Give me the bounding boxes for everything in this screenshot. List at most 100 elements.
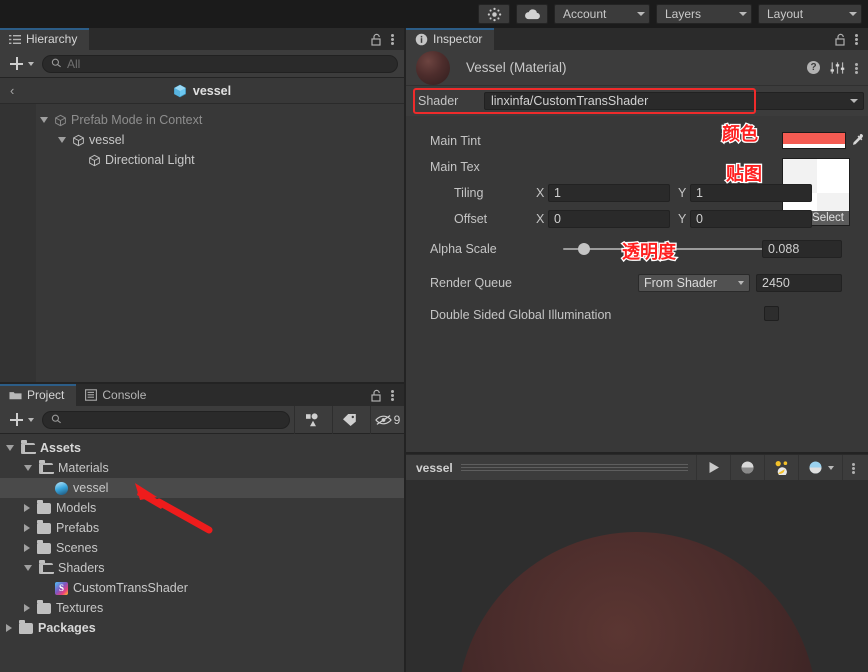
project-item[interactable]: Prefabs: [0, 518, 404, 538]
property-double-sided-gi: Double Sided Global Illumination: [406, 300, 868, 330]
project-add-button[interactable]: [6, 413, 38, 426]
hierarchy-search-input[interactable]: All: [42, 54, 398, 73]
preset-sliders-icon[interactable]: [830, 61, 845, 75]
preview-viewport[interactable]: [406, 480, 868, 672]
tab-project[interactable]: Project: [0, 384, 77, 406]
tab-inspector[interactable]: Inspector: [406, 28, 495, 50]
project-item[interactable]: Shaders: [0, 558, 404, 578]
expand-toggle-icon[interactable]: [40, 117, 48, 123]
account-dropdown[interactable]: Account: [554, 4, 650, 24]
expand-toggle-icon[interactable]: [24, 544, 30, 552]
preview-material-button[interactable]: [798, 454, 842, 481]
folder-icon: [37, 499, 51, 514]
lock-icon[interactable]: [371, 389, 382, 402]
horizontal-splitter-left[interactable]: [0, 382, 404, 384]
slider-handle[interactable]: [578, 243, 591, 255]
shader-label: Shader: [418, 94, 459, 108]
project-item[interactable]: Models: [0, 498, 404, 518]
preview-menu-button[interactable]: [842, 454, 864, 481]
project-item[interactable]: Textures: [0, 598, 404, 618]
alpha-scale-label: Alpha Scale: [430, 242, 497, 256]
tiling-label: Tiling: [454, 186, 484, 200]
project-item[interactable]: Scenes: [0, 538, 404, 558]
plus-icon: [10, 57, 23, 70]
project-item-label: vessel: [73, 481, 109, 495]
alpha-scale-value: 0.088: [768, 242, 800, 256]
layout-dropdown[interactable]: Layout: [758, 4, 862, 24]
expand-toggle-icon[interactable]: [24, 465, 32, 471]
main-tint-color-swatch[interactable]: [782, 132, 846, 149]
hierarchy-item[interactable]: Directional Light: [0, 150, 404, 170]
hierarchy-item-label: Directional Light: [105, 153, 195, 167]
console-icon: [85, 389, 98, 401]
hierarchy-item[interactable]: vessel: [0, 130, 404, 150]
shader-dropdown[interactable]: linxinfa/CustomTransShader: [484, 92, 864, 110]
offset-y-input[interactable]: 0: [690, 210, 812, 228]
expand-toggle-icon[interactable]: [24, 565, 32, 571]
hidden-assets-toggle[interactable]: 9: [370, 405, 404, 434]
filter-by-type-button[interactable]: [294, 405, 328, 434]
horizontal-splitter-right[interactable]: [406, 452, 868, 454]
plus-icon: [10, 413, 23, 426]
folder-icon: [37, 539, 51, 554]
layers-dropdown[interactable]: Layers: [656, 4, 752, 24]
chevron-down-icon: [738, 281, 744, 285]
lock-icon[interactable]: [371, 33, 382, 46]
main-tex-label: Main Tex: [430, 160, 480, 174]
project-item[interactable]: S CustomTransShader: [0, 578, 404, 598]
tab-hierarchy-label: Hierarchy: [26, 32, 78, 46]
lock-icon[interactable]: [835, 33, 846, 46]
hierarchy-item-label: vessel: [89, 133, 125, 147]
preview-shape-button[interactable]: [730, 454, 764, 481]
render-queue-input[interactable]: 2450: [756, 274, 842, 292]
material-header-actions: ?: [807, 61, 868, 75]
material-preview-icon: [808, 460, 823, 475]
hidden-assets-count: 9: [393, 412, 401, 427]
tiling-y-input[interactable]: 1: [690, 184, 812, 202]
project-item[interactable]: Materials: [0, 458, 404, 478]
hierarchy-item[interactable]: Prefab Mode in Context: [0, 110, 404, 130]
help-icon[interactable]: ?: [807, 61, 820, 74]
expand-toggle-icon[interactable]: [6, 624, 12, 632]
kebab-menu-icon[interactable]: [855, 61, 859, 75]
material-header: Vessel (Material) ?: [406, 50, 868, 86]
expand-toggle-icon[interactable]: [24, 604, 30, 612]
render-queue-dropdown[interactable]: From Shader: [638, 274, 750, 292]
project-item[interactable]: Assets: [0, 438, 404, 458]
project-search-input[interactable]: [42, 410, 290, 429]
tab-console[interactable]: Console: [76, 384, 159, 406]
expand-toggle-icon[interactable]: [24, 504, 30, 512]
gameobject-cube-icon: [72, 134, 85, 147]
alpha-scale-input[interactable]: 0.088: [762, 240, 842, 258]
project-item-selected[interactable]: vessel: [0, 478, 404, 498]
chevron-down-icon[interactable]: [850, 99, 858, 103]
eyedropper-icon[interactable]: [850, 133, 865, 148]
offset-x-input[interactable]: 0: [548, 210, 670, 228]
preview-play-button[interactable]: [696, 454, 730, 481]
material-preview-panel: vessel: [406, 454, 868, 672]
kebab-menu-icon[interactable]: [855, 32, 859, 46]
cloud-button[interactable]: [516, 4, 548, 24]
project-item-label: Packages: [38, 621, 96, 635]
expand-toggle-icon[interactable]: [24, 524, 30, 532]
gameobject-cube-icon: [54, 114, 67, 127]
project-panel: Project Console 9 Assets Materials vesse…: [0, 384, 404, 672]
kebab-menu-icon[interactable]: [391, 388, 395, 402]
folder-icon: [9, 390, 22, 401]
double-sided-checkbox[interactable]: [764, 306, 779, 321]
tab-hierarchy[interactable]: Hierarchy: [0, 28, 90, 50]
project-item[interactable]: Packages: [0, 618, 404, 638]
tiling-x-label: X: [536, 186, 545, 200]
preview-lighting-button[interactable]: [764, 454, 798, 481]
preview-resize-grip[interactable]: [460, 463, 688, 472]
kebab-menu-icon[interactable]: [391, 32, 395, 46]
preview-header: vessel: [406, 454, 868, 481]
expand-toggle-icon[interactable]: [6, 445, 14, 451]
tab-project-label: Project: [27, 388, 65, 402]
tiling-x-input[interactable]: 1: [548, 184, 670, 202]
expand-toggle-icon[interactable]: [58, 137, 66, 143]
vertical-splitter[interactable]: [404, 28, 406, 672]
filter-by-label-button[interactable]: [332, 405, 366, 434]
hierarchy-add-button[interactable]: [6, 57, 38, 70]
services-button[interactable]: [478, 4, 510, 24]
